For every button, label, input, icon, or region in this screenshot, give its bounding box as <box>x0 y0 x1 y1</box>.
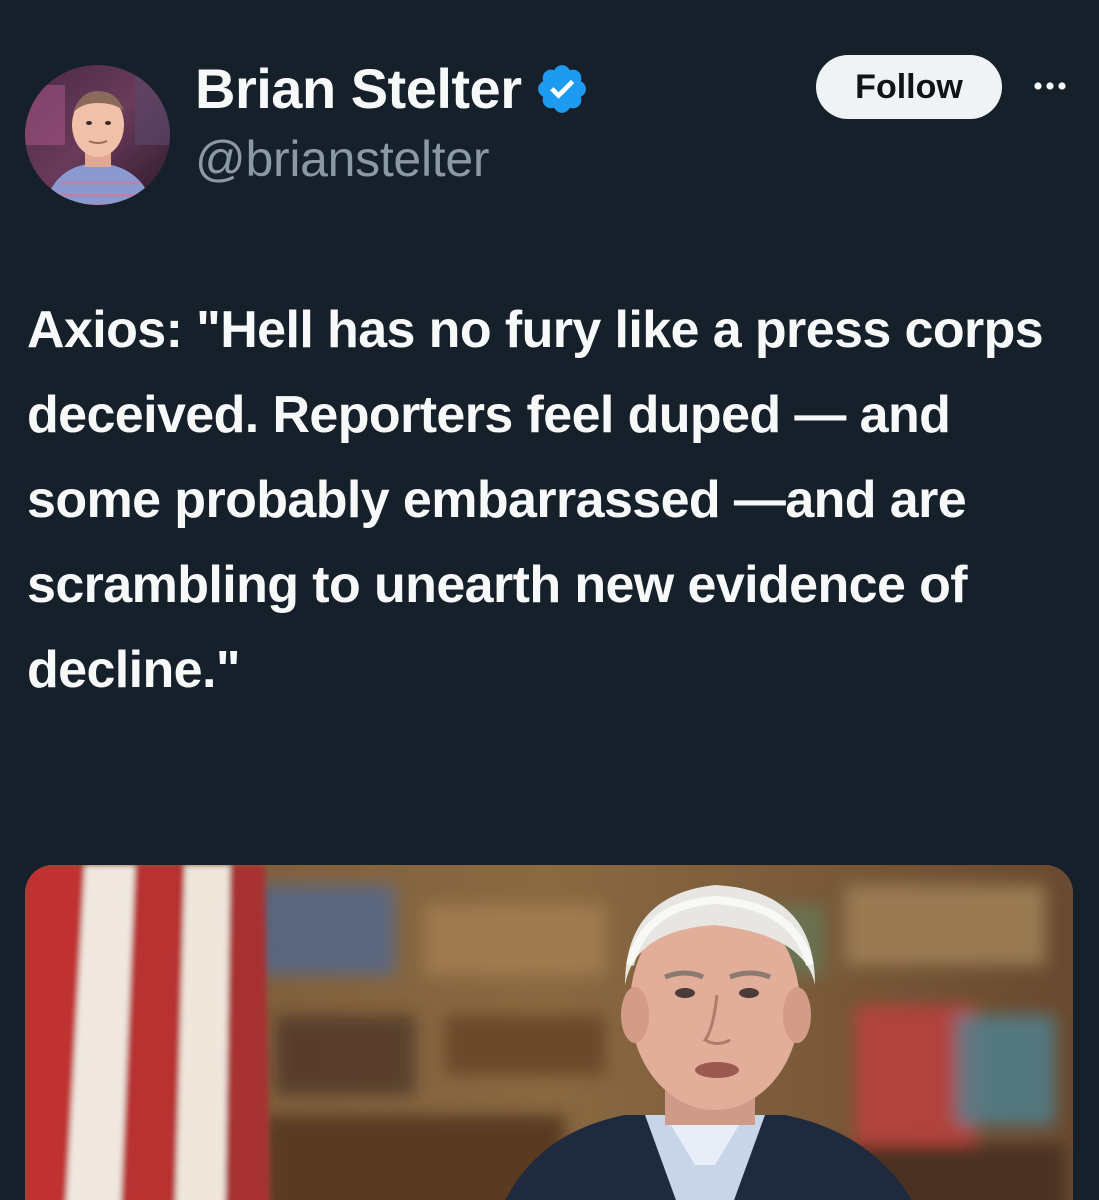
tweet-media-photo[interactable] <box>25 865 1073 1200</box>
author-handle[interactable]: @brianstelter <box>195 130 490 188</box>
display-name-text: Brian Stelter <box>195 57 522 120</box>
more-options-button[interactable] <box>1030 66 1070 106</box>
tweet-text: Axios: "Hell has no fury like a press co… <box>27 301 1057 699</box>
follow-button[interactable]: Follow <box>816 55 1002 119</box>
author-avatar[interactable] <box>25 65 170 205</box>
verified-badge-icon <box>534 61 590 117</box>
author-display-name[interactable]: Brian Stelter <box>195 56 590 121</box>
media-photo-image <box>25 865 1073 1200</box>
more-horizontal-icon <box>1034 82 1066 90</box>
profile-photo <box>25 65 170 205</box>
